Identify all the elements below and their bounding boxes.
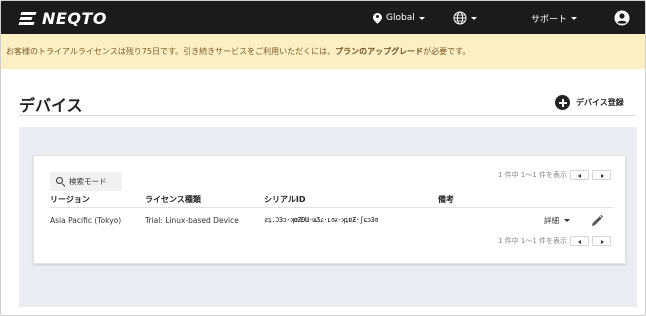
detail-dropdown-button[interactable]: 詳細 [544, 215, 570, 226]
cell-region: Asia Pacific (Tokyo) [50, 216, 122, 225]
top-navbar: NEQTO Global サポート [1, 1, 645, 34]
next-page-button[interactable] [592, 170, 611, 180]
search-icon [56, 177, 65, 186]
region-label: Global [386, 13, 415, 23]
next-page-button[interactable] [592, 236, 611, 246]
cell-serial-id: ƨʇ.Ɔ3ɔ·ʞɶƵƉƜ·ɯƷɾ·ʟɞᵶ·ʞʇɐƵ·ʃɕɔ3ɞ [264, 216, 379, 224]
column-header-note[interactable]: 備考 [438, 194, 454, 205]
pagination-info: 1 件中 1〜1 件を表示 [497, 237, 567, 245]
pagination-top: 1 件中 1〜1 件を表示 [498, 170, 611, 180]
device-table-card: 検索モード 1 件中 1〜1 件を表示 リージョン ライセンス種類 シリアルID… [33, 155, 626, 264]
pencil-icon[interactable] [590, 214, 604, 228]
prev-page-button[interactable] [570, 170, 589, 180]
pagination-info: 1 件中 1〜1 件を表示 [497, 171, 567, 179]
column-header-serial-id[interactable]: シリアルID [264, 194, 306, 205]
column-header-region[interactable]: リージョン [50, 194, 90, 205]
search-mode-button[interactable]: 検索モード [50, 172, 122, 191]
chevron-down-icon [564, 219, 570, 222]
logo-text: NEQTO [42, 8, 107, 28]
add-device-label: デバイス登録 [576, 98, 624, 107]
map-pin-icon [373, 13, 382, 24]
support-label: サポート [531, 14, 568, 25]
user-circle-icon [614, 10, 630, 26]
table-header-divider [50, 207, 613, 208]
logo[interactable]: NEQTO [18, 8, 107, 28]
logo-mark-icon [18, 11, 37, 25]
chevron-down-icon [571, 16, 578, 20]
region-dropdown[interactable]: Global [373, 9, 425, 27]
column-header-license[interactable]: ライセンス種類 [145, 194, 201, 205]
pagination-bottom: 1 件中 1〜1 件を表示 [498, 236, 611, 246]
user-menu[interactable] [614, 9, 630, 27]
support-dropdown[interactable]: サポート [531, 9, 578, 27]
plus-circle-icon [555, 95, 570, 110]
add-device-button[interactable]: デバイス登録 [555, 95, 624, 110]
cell-license: Trial: Linux-based Device [145, 216, 239, 225]
chevron-down-icon [471, 16, 477, 20]
trial-banner: お客様のトライアルライセンスは残り75日です。引き続きサービスをご利用いただくに… [1, 34, 645, 69]
page-title: デバイス [19, 96, 83, 115]
app-frame: NEQTO Global サポート お客様のトライアルライセンスは残り75日です… [0, 0, 646, 316]
banner-text-prefix: お客様のトライアルライセンスは残り75日です。引き続きサービスをご利用いただくに… [6, 47, 336, 56]
search-mode-label: 検索モード [69, 177, 107, 186]
prev-page-button[interactable] [570, 236, 589, 246]
header-divider [19, 115, 637, 116]
language-dropdown[interactable] [453, 9, 477, 27]
chevron-down-icon [418, 16, 425, 20]
globe-icon [453, 11, 467, 25]
detail-label: 詳細 [544, 216, 559, 225]
upgrade-link[interactable]: プランのアップグレード [335, 46, 423, 57]
banner-text-suffix: が必要です。 [423, 47, 471, 56]
